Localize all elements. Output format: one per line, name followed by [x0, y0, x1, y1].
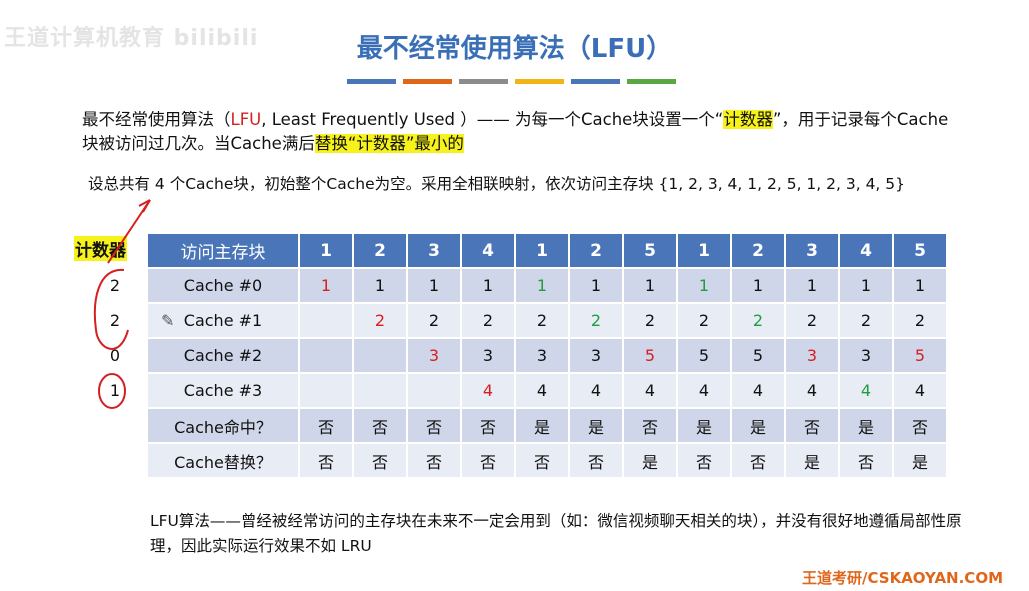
annotation-circle: [93, 268, 129, 350]
annotation-arrowhead: [138, 199, 151, 213]
annotation-circle: [98, 373, 126, 409]
hand-annotations: [93, 199, 151, 409]
